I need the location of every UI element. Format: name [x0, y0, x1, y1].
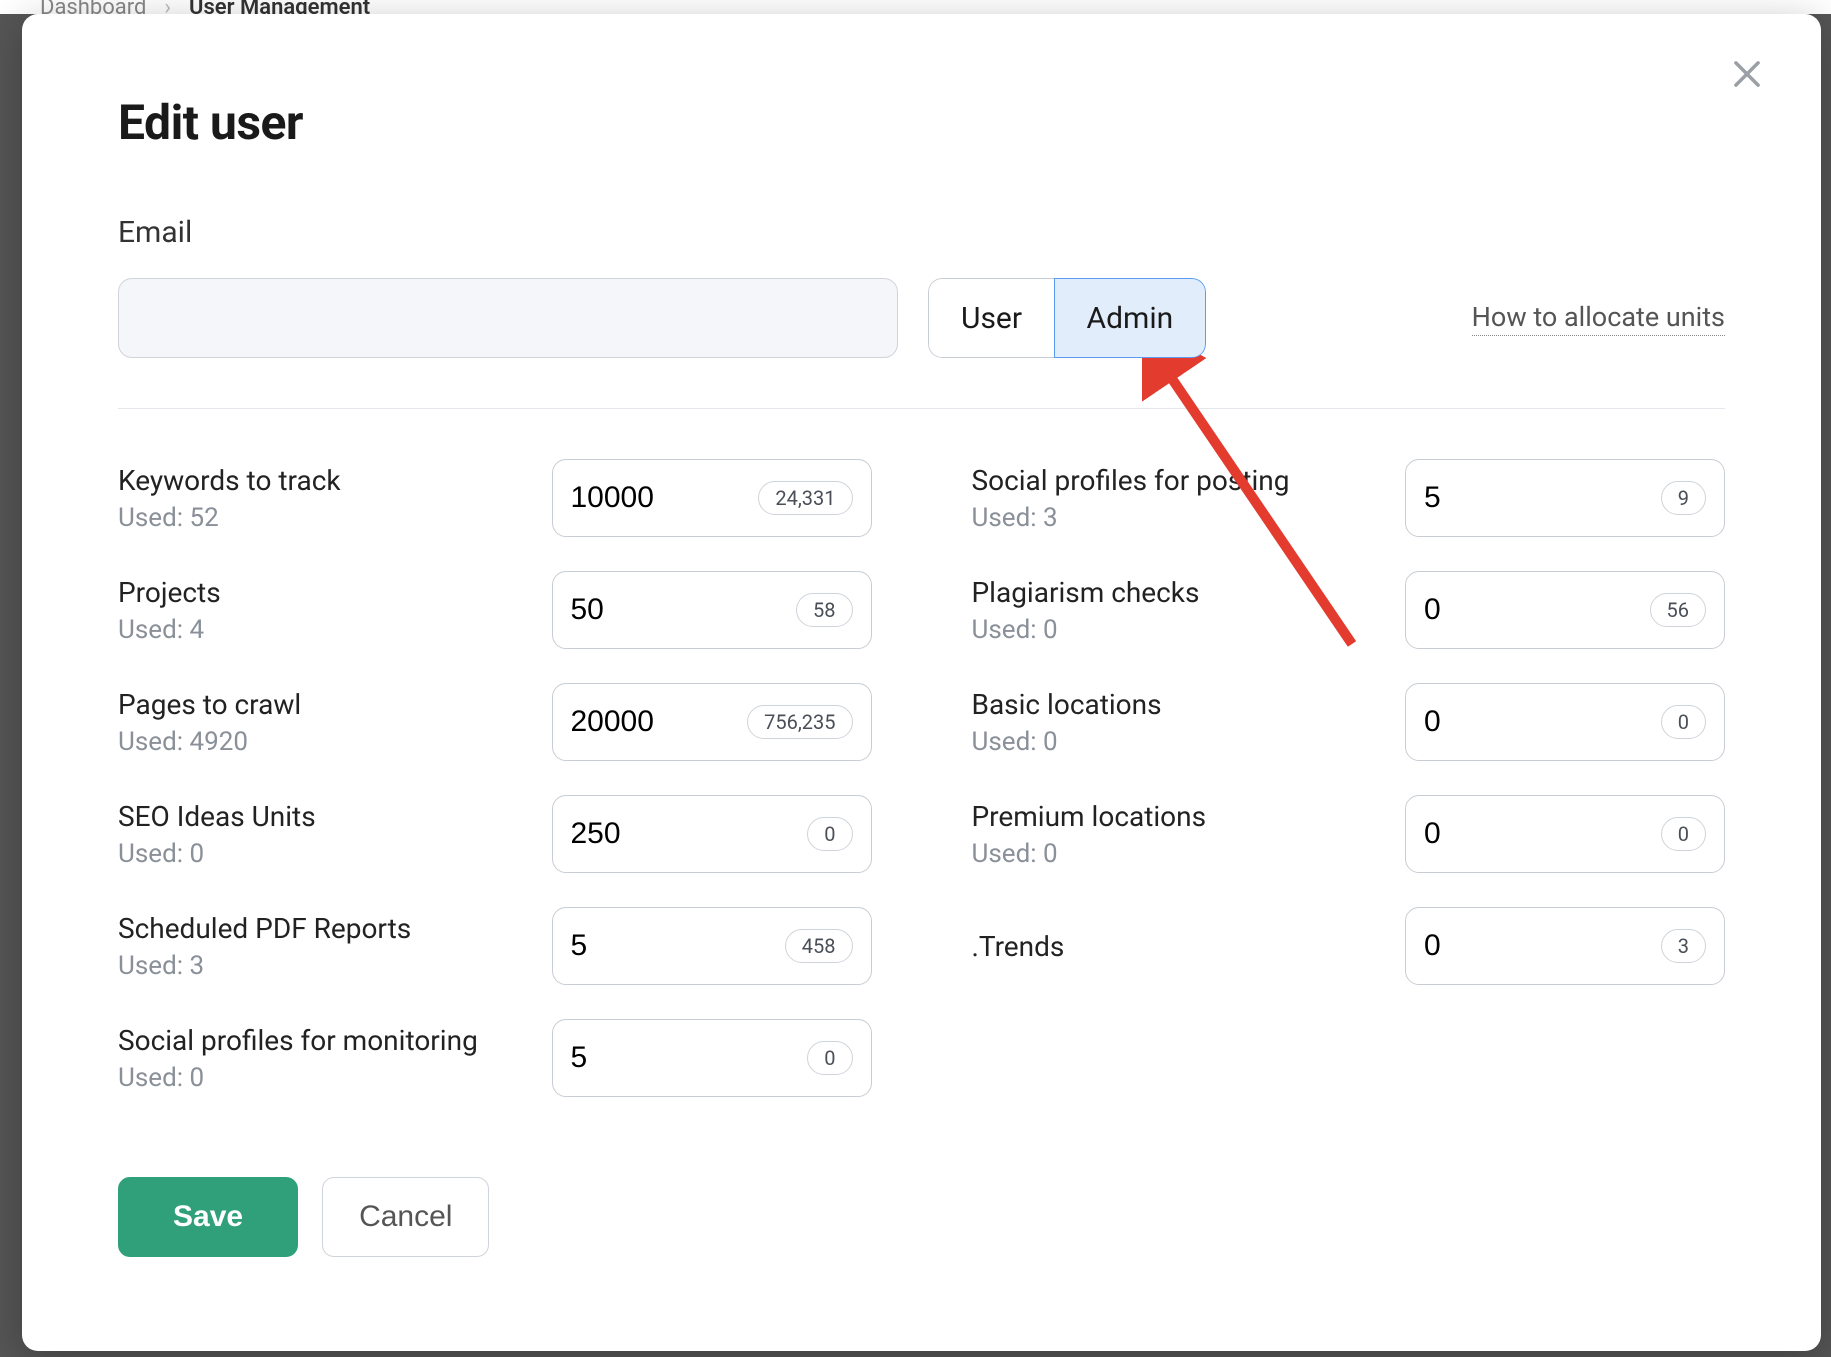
- role-user-button[interactable]: User: [928, 278, 1055, 358]
- close-icon: [1728, 55, 1766, 93]
- input-wrap: 0: [552, 795, 872, 873]
- field-input[interactable]: [571, 817, 740, 851]
- field-label: Social profiles for monitoring: [118, 1024, 522, 1057]
- divider: [118, 408, 1725, 409]
- edit-user-modal: Edit user Email User Admin How to alloca…: [22, 14, 1821, 1351]
- avail-badge: 56: [1650, 593, 1706, 627]
- input-wrap: 0: [1405, 683, 1725, 761]
- field-premium-locations: Premium locations Used: 0 0: [972, 795, 1726, 873]
- avail-badge: 9: [1661, 481, 1706, 515]
- field-label: Keywords to track: [118, 464, 522, 497]
- field-keywords-to-track: Keywords to track Used: 52 24,331: [118, 459, 872, 537]
- role-toggle: User Admin: [928, 278, 1206, 358]
- field-used: Used: 4920: [118, 727, 522, 757]
- field-label: Pages to crawl: [118, 688, 522, 721]
- field-label: Premium locations: [972, 800, 1376, 833]
- field-pages-to-crawl: Pages to crawl Used: 4920 756,235: [118, 683, 872, 761]
- input-wrap: 458: [552, 907, 872, 985]
- field-input[interactable]: [1424, 593, 1593, 627]
- avail-badge: 756,235: [747, 705, 852, 739]
- input-wrap: 24,331: [552, 459, 872, 537]
- input-wrap: 756,235: [552, 683, 872, 761]
- field-scheduled-pdf-reports: Scheduled PDF Reports Used: 3 458: [118, 907, 872, 985]
- avail-badge: 24,331: [758, 481, 852, 515]
- field-used: Used: 52: [118, 503, 522, 533]
- field-input[interactable]: [571, 929, 740, 963]
- input-wrap: 0: [552, 1019, 872, 1097]
- field-label: Social profiles for posting: [972, 464, 1376, 497]
- field-label: Basic locations: [972, 688, 1376, 721]
- role-admin-button[interactable]: Admin: [1054, 278, 1207, 358]
- modal-title: Edit user: [118, 94, 1725, 151]
- field-used: Used: 3: [118, 951, 522, 981]
- input-wrap: 0: [1405, 795, 1725, 873]
- input-wrap: 3: [1405, 907, 1725, 985]
- avail-badge: 0: [1661, 705, 1706, 739]
- field-input[interactable]: [1424, 817, 1593, 851]
- field-basic-locations: Basic locations Used: 0 0: [972, 683, 1726, 761]
- field-input[interactable]: [1424, 929, 1593, 963]
- field-input[interactable]: [571, 481, 740, 515]
- field-label: Plagiarism checks: [972, 576, 1376, 609]
- field-input[interactable]: [571, 705, 740, 739]
- cancel-button[interactable]: Cancel: [322, 1177, 489, 1257]
- field-label: Projects: [118, 576, 522, 609]
- field-input[interactable]: [1424, 705, 1593, 739]
- input-wrap: 58: [552, 571, 872, 649]
- breadcrumb-current[interactable]: User Management: [189, 0, 370, 14]
- close-button[interactable]: [1725, 52, 1769, 96]
- field-input[interactable]: [571, 593, 740, 627]
- field-seo-ideas-units: SEO Ideas Units Used: 0 0: [118, 795, 872, 873]
- avail-badge: 58: [796, 593, 852, 627]
- field-projects: Projects Used: 4 58: [118, 571, 872, 649]
- field-used: Used: 0: [118, 1063, 522, 1093]
- field-used: Used: 0: [972, 839, 1376, 869]
- field-used: Used: 0: [118, 839, 522, 869]
- limits-grid: Keywords to track Used: 52 24,331 Projec…: [118, 459, 1725, 1097]
- save-button[interactable]: Save: [118, 1177, 298, 1257]
- breadcrumb-parent[interactable]: Dashboard: [40, 0, 146, 14]
- email-input[interactable]: [118, 278, 898, 358]
- field-trends: .Trends 3: [972, 907, 1726, 985]
- chevron-right-icon: ›: [164, 0, 171, 14]
- field-label: SEO Ideas Units: [118, 800, 522, 833]
- field-label: Scheduled PDF Reports: [118, 912, 522, 945]
- modal-footer: Save Cancel: [118, 1177, 1725, 1257]
- field-used: Used: 3: [972, 503, 1376, 533]
- allocate-units-link[interactable]: How to allocate units: [1472, 301, 1725, 336]
- breadcrumb: Dashboard › User Management: [0, 0, 1831, 14]
- field-used: Used: 4: [118, 615, 522, 645]
- field-used: Used: 0: [972, 727, 1376, 757]
- avail-badge: 458: [785, 929, 853, 963]
- field-plagiarism-checks: Plagiarism checks Used: 0 56: [972, 571, 1726, 649]
- avail-badge: 0: [807, 817, 852, 851]
- field-used: Used: 0: [972, 615, 1376, 645]
- controls-row: User Admin How to allocate units: [118, 278, 1725, 358]
- input-wrap: 9: [1405, 459, 1725, 537]
- field-social-profiles-posting: Social profiles for posting Used: 3 9: [972, 459, 1726, 537]
- avail-badge: 3: [1661, 929, 1706, 963]
- field-label: .Trends: [972, 930, 1376, 963]
- avail-badge: 0: [807, 1041, 852, 1075]
- field-input[interactable]: [1424, 481, 1593, 515]
- field-input[interactable]: [571, 1041, 740, 1075]
- avail-badge: 0: [1661, 817, 1706, 851]
- email-label: Email: [118, 215, 1725, 250]
- input-wrap: 56: [1405, 571, 1725, 649]
- field-social-profiles-monitoring: Social profiles for monitoring Used: 0 0: [118, 1019, 872, 1097]
